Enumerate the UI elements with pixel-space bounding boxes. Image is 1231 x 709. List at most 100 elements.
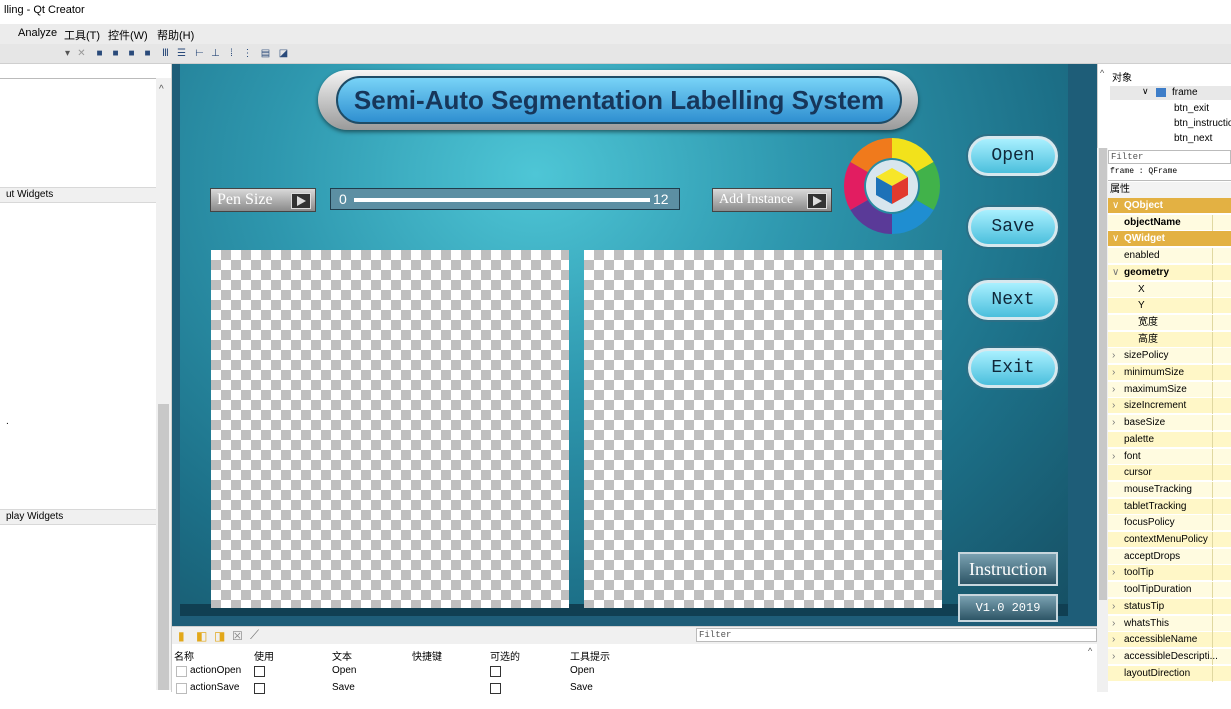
tree-item-btn-instruction[interactable]: btn_instructio	[1174, 118, 1231, 129]
scroll-up-icon[interactable]: ^	[1088, 646, 1092, 656]
property-row[interactable]: › sizePolicy	[1108, 348, 1231, 365]
mask-image-canvas[interactable]	[584, 250, 942, 608]
property-row[interactable]: › statusTip	[1108, 598, 1231, 615]
col-header-used[interactable]: 使用	[254, 648, 274, 663]
save-button[interactable]: Save	[968, 207, 1058, 247]
open-button[interactable]: Open	[968, 136, 1058, 176]
col-header-checkable[interactable]: 可选的	[490, 648, 520, 663]
edit-signals-icon[interactable]: ■	[110, 48, 121, 59]
exit-button[interactable]: Exit	[968, 348, 1058, 388]
property-row[interactable]: acceptDrops	[1108, 548, 1231, 565]
dropdown-arrow-icon[interactable]: ▾	[62, 48, 73, 59]
add-instance-button[interactable]: Add Instance	[712, 188, 832, 212]
break-layout-icon[interactable]: ▤	[260, 48, 271, 59]
property-row[interactable]: mouseTracking	[1108, 481, 1231, 498]
col-header-name[interactable]: 名称	[174, 648, 194, 663]
property-value[interactable]	[1212, 498, 1231, 515]
layout-horizontal-icon[interactable]: Ⅲ	[160, 48, 171, 59]
color-wheel-icon[interactable]	[842, 136, 942, 236]
property-value[interactable]	[1212, 398, 1231, 415]
layout-splitter-v-icon[interactable]: ⊥	[210, 48, 221, 59]
action-filter-input[interactable]: Filter	[696, 628, 1097, 642]
slider-track[interactable]	[354, 198, 650, 202]
chevron-right-icon[interactable]: ›	[1112, 632, 1115, 648]
property-row[interactable]: › maximumSize	[1108, 381, 1231, 398]
property-row[interactable]: › accessibleName	[1108, 632, 1231, 649]
next-button[interactable]: Next	[968, 280, 1058, 320]
edit-tab-order-icon[interactable]: ■	[142, 48, 153, 59]
chevron-right-icon[interactable]: ›	[1112, 365, 1115, 381]
chevron-down-icon[interactable]: ∨	[1112, 198, 1119, 214]
property-row[interactable]: › whatsThis	[1108, 615, 1231, 632]
chevron-down-icon[interactable]: ∨	[1142, 86, 1149, 97]
tree-item-btn-exit[interactable]: btn_exit	[1174, 103, 1209, 114]
menu-analyze[interactable]: Analyze	[18, 27, 57, 39]
menu-help[interactable]: 帮助(H)	[157, 27, 194, 43]
edit-widgets-icon[interactable]: ■	[94, 48, 105, 59]
used-checkbox[interactable]	[254, 666, 265, 677]
property-row[interactable]: X	[1108, 281, 1231, 298]
chevron-right-icon[interactable]: ›	[1112, 649, 1115, 665]
property-row[interactable]: Y	[1108, 298, 1231, 315]
property-value[interactable]	[1212, 381, 1231, 398]
property-row[interactable]: enabled	[1108, 248, 1231, 265]
property-row[interactable]: ∨ geometry	[1108, 264, 1231, 281]
delete-action-icon[interactable]: ☒	[232, 629, 243, 643]
property-value[interactable]	[1212, 331, 1231, 348]
right-panel-scroll-thumb[interactable]	[1099, 100, 1107, 600]
property-row[interactable]: focusPolicy	[1108, 515, 1231, 532]
property-value[interactable]	[1212, 665, 1231, 682]
property-value[interactable]	[1212, 365, 1231, 381]
chevron-right-icon[interactable]: ›	[1112, 449, 1115, 465]
close-icon[interactable]: ✕	[76, 48, 87, 59]
chevron-right-icon[interactable]: ›	[1112, 599, 1115, 615]
col-header-shortcut[interactable]: 快捷键	[412, 648, 442, 663]
checkable-checkbox[interactable]	[490, 666, 501, 677]
property-value[interactable]	[1212, 481, 1231, 498]
chevron-right-icon[interactable]: ›	[1112, 565, 1115, 581]
instruction-button[interactable]: Instruction	[958, 552, 1058, 586]
property-row[interactable]: cursor	[1108, 465, 1231, 482]
scroll-up-icon[interactable]: ^	[159, 84, 164, 95]
property-header[interactable]: 属性	[1108, 182, 1231, 198]
new-action-icon[interactable]: ▮	[178, 629, 185, 643]
property-value[interactable]	[1212, 465, 1231, 482]
menu-widgets[interactable]: 控件(W)	[108, 27, 148, 43]
pen-size-button[interactable]: Pen Size	[210, 188, 316, 212]
property-row[interactable]: › toolTip	[1108, 565, 1231, 582]
property-row[interactable]: objectName	[1108, 214, 1231, 231]
property-value[interactable]	[1212, 648, 1231, 665]
property-value[interactable]	[1212, 348, 1231, 365]
property-row[interactable]: › font	[1108, 448, 1231, 465]
widget-category-display[interactable]: play Widgets	[0, 509, 162, 525]
property-value[interactable]	[1212, 314, 1231, 331]
menu-tools[interactable]: 工具(T)	[64, 27, 100, 43]
property-value[interactable]	[1212, 632, 1231, 649]
property-row[interactable]: › baseSize	[1108, 415, 1231, 432]
chevron-right-icon[interactable]: ›	[1112, 398, 1115, 414]
property-row[interactable]: ∨ QObject	[1108, 198, 1231, 214]
chevron-right-icon[interactable]: ›	[1112, 348, 1115, 364]
layout-vertical-icon[interactable]: ☰	[176, 48, 187, 59]
property-value[interactable]	[1212, 582, 1231, 599]
property-row[interactable]: toolTipDuration	[1108, 582, 1231, 599]
paste-action-icon[interactable]: ◨	[214, 629, 225, 643]
property-row[interactable]: ∨ QWidget	[1108, 231, 1231, 248]
property-row[interactable]: tabletTracking	[1108, 498, 1231, 515]
tree-item-frame[interactable]: ∨ frame	[1110, 86, 1231, 100]
chevron-right-icon[interactable]: ›	[1112, 382, 1115, 398]
col-header-text[interactable]: 文本	[332, 648, 352, 663]
property-value[interactable]	[1212, 515, 1231, 532]
property-row[interactable]: › sizeIncrement	[1108, 398, 1231, 415]
property-row[interactable]: 宽度	[1108, 314, 1231, 331]
chevron-down-icon[interactable]: ∨	[1112, 231, 1119, 247]
property-value[interactable]	[1212, 598, 1231, 615]
chevron-down-icon[interactable]: ∨	[1112, 265, 1119, 281]
property-row[interactable]: › accessibleDescripti...	[1108, 648, 1231, 665]
property-row[interactable]: 高度	[1108, 331, 1231, 348]
widget-category-layout[interactable]: ut Widgets	[0, 187, 162, 203]
property-value[interactable]	[1212, 281, 1231, 298]
source-image-canvas[interactable]	[211, 250, 569, 608]
property-value[interactable]	[1212, 548, 1231, 565]
checkable-checkbox[interactable]	[490, 683, 501, 694]
